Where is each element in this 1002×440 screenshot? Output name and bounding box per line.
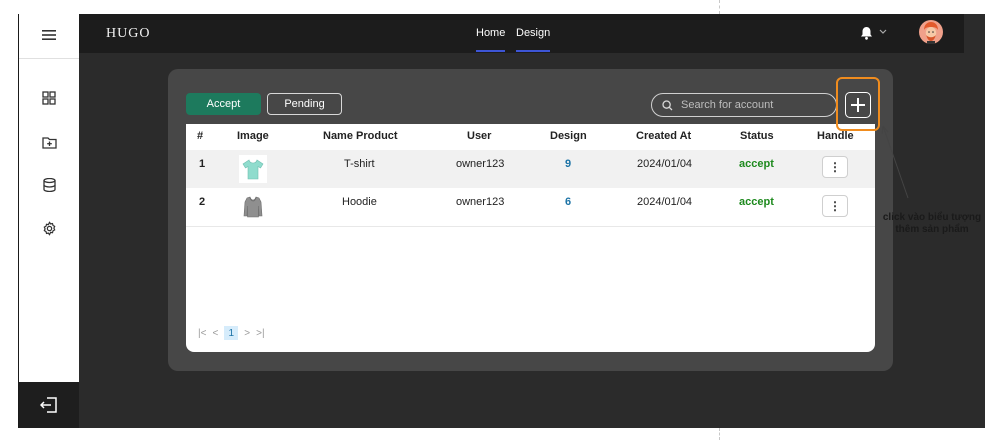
content-panel: Accept Pending # Image Name Product User… xyxy=(168,69,893,371)
dashboard-grid-icon[interactable] xyxy=(40,89,58,107)
nav-home[interactable]: Home xyxy=(476,27,505,39)
guide-line-top xyxy=(719,0,720,14)
annotation-line-2: thêm sản phẩm xyxy=(895,224,969,235)
header-index: # xyxy=(197,130,204,142)
row-action-menu-button[interactable]: ⋮ xyxy=(822,195,848,217)
annotation-line-1: click vào biểu tượng xyxy=(882,212,982,223)
logout-icon xyxy=(40,397,57,413)
row-index: 2 xyxy=(199,196,206,208)
row-created-at: 2024/01/04 xyxy=(637,158,693,170)
header-user: User xyxy=(467,130,492,142)
header-status: Status xyxy=(740,130,774,142)
header-created-at: Created At xyxy=(636,130,692,142)
next-page-icon[interactable]: > xyxy=(244,328,250,339)
menu-icon[interactable] xyxy=(40,26,58,44)
settings-gear-icon[interactable] xyxy=(40,219,58,237)
nav-design-underline xyxy=(516,50,550,52)
table-header: # Image Name Product User Design Created… xyxy=(186,124,875,150)
folder-add-icon[interactable] xyxy=(40,133,58,151)
database-icon[interactable] xyxy=(40,176,58,194)
pagination: |< < 1 > >| xyxy=(198,326,265,340)
row-design[interactable]: 9 xyxy=(565,158,571,170)
prev-page-icon[interactable]: < xyxy=(212,328,218,339)
app-logo[interactable]: HUGO xyxy=(106,26,150,42)
header-design: Design xyxy=(550,130,587,142)
bell-icon[interactable] xyxy=(860,26,873,45)
topbar-edge xyxy=(964,14,985,53)
search-icon xyxy=(662,99,673,110)
tshirt-image xyxy=(239,155,267,183)
guide-line-bottom xyxy=(719,428,720,440)
user-avatar[interactable] xyxy=(919,20,943,44)
header-handle: Handle xyxy=(817,130,854,142)
annotation-arrow xyxy=(881,125,909,199)
row-name-product: T-shirt xyxy=(344,158,375,170)
top-bar: HUGO Home Design xyxy=(79,14,964,53)
search-input[interactable] xyxy=(679,98,823,112)
chevron-down-icon[interactable] xyxy=(879,27,887,38)
nav-home-underline xyxy=(476,50,505,52)
product-table-card: # Image Name Product User Design Created… xyxy=(186,124,875,352)
row-created-at: 2024/01/04 xyxy=(637,196,693,208)
row-user: owner123 xyxy=(456,196,505,208)
page-number-current[interactable]: 1 xyxy=(224,326,239,340)
header-name-product: Name Product xyxy=(323,130,398,142)
row-name-product: Hoodie xyxy=(342,196,377,208)
search-box[interactable] xyxy=(651,93,837,117)
table-row[interactable]: 2 Hoodie owner123 6 2024/01/04 accept ⋮ xyxy=(186,188,875,227)
logout-button[interactable] xyxy=(19,382,79,428)
nav-design[interactable]: Design xyxy=(516,27,550,39)
row-action-menu-button[interactable]: ⋮ xyxy=(822,156,848,178)
table-row[interactable]: 1 T-shirt owner123 9 2024/01/04 accept ⋮ xyxy=(186,150,875,189)
add-button-highlight xyxy=(836,77,880,131)
last-page-icon[interactable]: >| xyxy=(256,328,264,339)
row-user: owner123 xyxy=(456,158,505,170)
row-status: accept xyxy=(739,196,774,208)
first-page-icon[interactable]: |< xyxy=(198,328,206,339)
row-status: accept xyxy=(739,158,774,170)
row-index: 1 xyxy=(199,158,206,170)
header-image: Image xyxy=(237,130,269,142)
annotation-text: click vào biểu tượng thêm sản phẩm xyxy=(878,212,986,236)
sidebar xyxy=(18,14,80,428)
hoodie-image xyxy=(239,193,267,221)
tab-pending[interactable]: Pending xyxy=(267,93,342,115)
row-design[interactable]: 6 xyxy=(565,196,571,208)
sidebar-divider xyxy=(19,58,79,59)
tab-accept[interactable]: Accept xyxy=(186,93,261,115)
